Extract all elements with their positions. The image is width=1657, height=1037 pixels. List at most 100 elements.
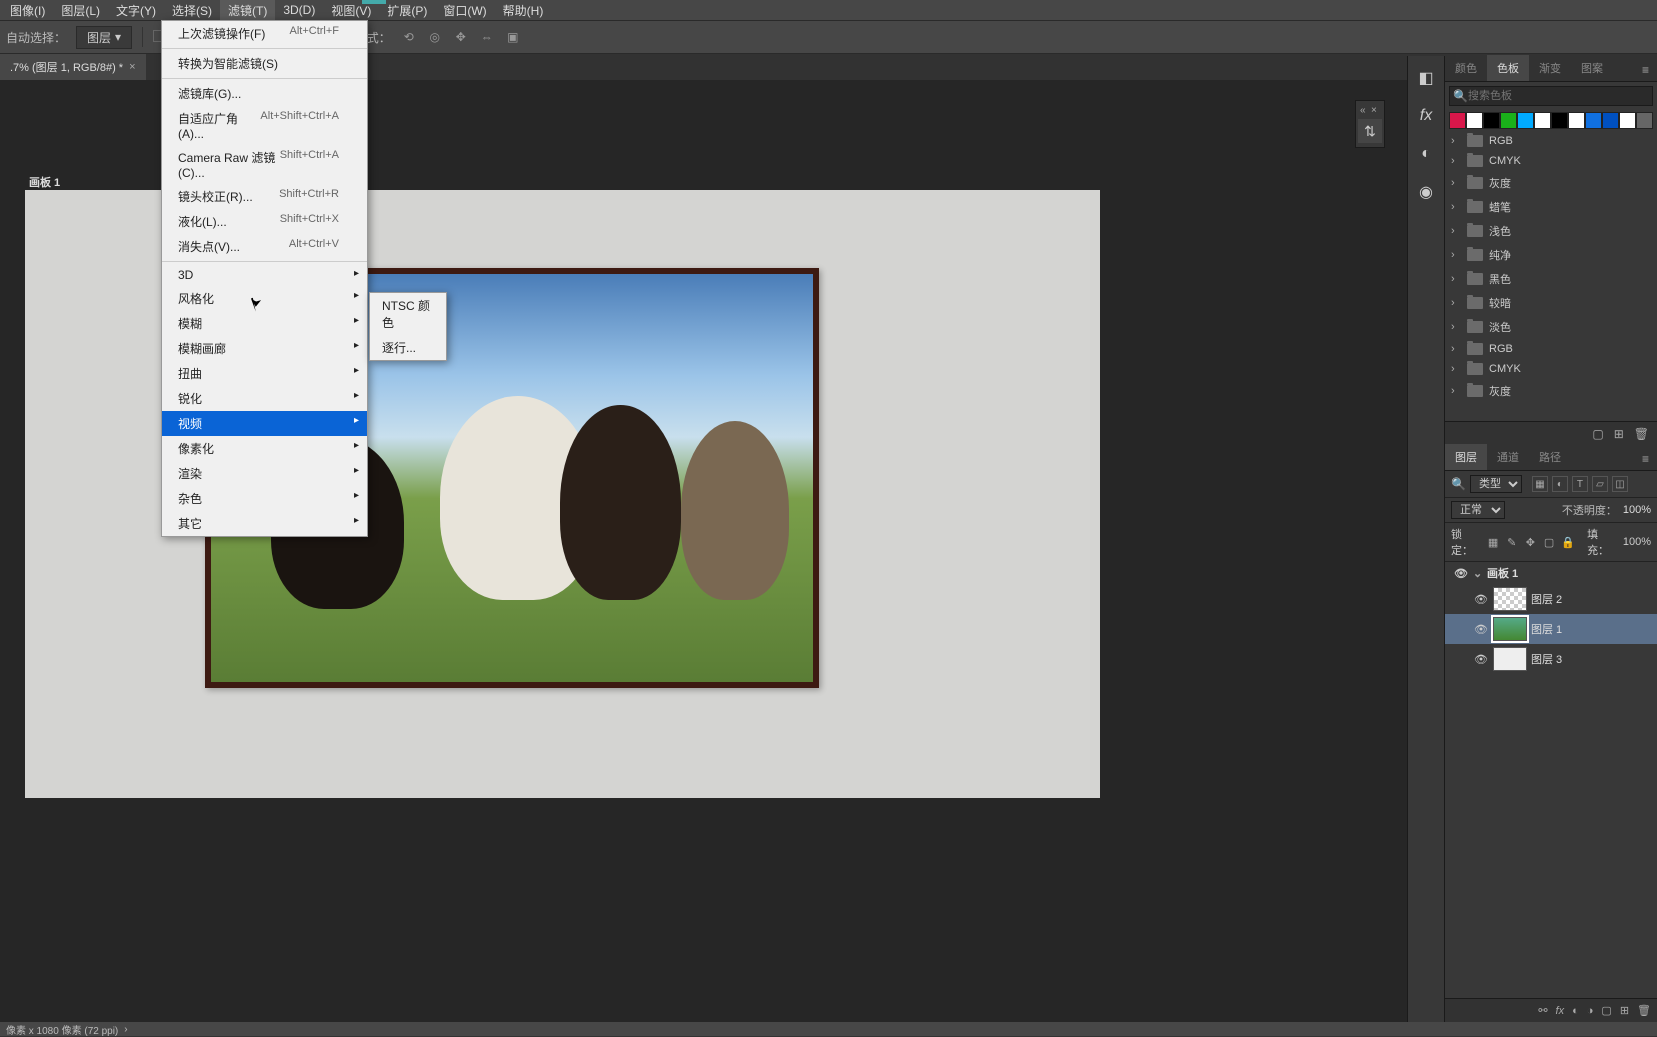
layer-row[interactable]: 👁 图层 1 <box>1445 614 1657 644</box>
chevron-right-icon[interactable]: › <box>1451 135 1461 147</box>
styles-icon[interactable]: fx <box>1414 104 1438 128</box>
menu-item[interactable]: 3D▸ <box>162 264 367 286</box>
close-icon[interactable]: × <box>129 61 135 73</box>
fx-icon[interactable]: fx <box>1556 1005 1565 1017</box>
swatch-folder[interactable]: ›蜡笔 <box>1445 195 1657 219</box>
visibility-icon[interactable]: 👁 <box>1473 623 1489 636</box>
menu-item[interactable]: 扭曲▸ <box>162 361 367 386</box>
menu-item[interactable]: 模糊▸ <box>162 311 367 336</box>
delete-icon[interactable]: 🗑 <box>1637 1004 1651 1017</box>
filter-adjustment-icon[interactable]: ◐ <box>1552 476 1568 492</box>
adjustments-icon[interactable]: ◐ <box>1414 142 1438 166</box>
tab-swatches[interactable]: 色板 <box>1487 55 1529 81</box>
status-chevron-icon[interactable]: › <box>124 1024 127 1035</box>
filter-smart-icon[interactable]: ◫ <box>1612 476 1628 492</box>
chevron-down-icon[interactable]: ⌄ <box>1473 567 1483 580</box>
menu-window[interactable]: 窗口(W) <box>435 0 494 22</box>
layer-thumbnail[interactable] <box>1493 587 1527 611</box>
auto-select-target[interactable]: 图层▾ <box>76 26 132 49</box>
menu-3d[interactable]: 3D(D) <box>275 0 323 20</box>
layer-row[interactable]: 👁 图层 3 <box>1445 644 1657 674</box>
filter-pixel-icon[interactable]: ▦ <box>1532 476 1548 492</box>
lock-artboard-icon[interactable]: ▢ <box>1543 535 1556 549</box>
swatch-folder[interactable]: ›灰度 <box>1445 171 1657 195</box>
menu-item[interactable]: 模糊画廊▸ <box>162 336 367 361</box>
opacity-value[interactable]: 100% <box>1623 504 1651 516</box>
new-swatch-icon[interactable]: ⊞ <box>1614 427 1624 441</box>
new-group-icon[interactable]: ▢ <box>1592 427 1603 441</box>
swatch[interactable] <box>1551 112 1568 129</box>
menu-item[interactable]: 上次滤镜操作(F)Alt+Ctrl+F <box>162 21 367 46</box>
menu-item[interactable]: 渲染▸ <box>162 461 367 486</box>
adjustment-icon[interactable]: ◑ <box>1587 1005 1594 1017</box>
menu-item[interactable]: 镜头校正(R)...Shift+Ctrl+R <box>162 184 367 209</box>
menu-item[interactable]: 转换为智能滤镜(S) <box>162 51 367 76</box>
collapse-icon[interactable]: « <box>1360 105 1369 115</box>
layer-name[interactable]: 图层 2 <box>1531 591 1562 607</box>
swatch-folder[interactable]: ›CMYK <box>1445 151 1657 171</box>
swatch-folder[interactable]: ›RGB <box>1445 131 1657 151</box>
swatch[interactable] <box>1466 112 1483 129</box>
menu-item[interactable]: 自适应广角(A)...Alt+Shift+Ctrl+A <box>162 106 367 145</box>
chevron-right-icon[interactable]: › <box>1451 343 1461 355</box>
artboard-layer[interactable]: 👁 ⌄ 画板 1 <box>1445 562 1657 584</box>
chevron-right-icon[interactable]: › <box>1451 177 1461 189</box>
menu-extend[interactable]: 扩展(P) <box>379 0 435 22</box>
chevron-right-icon[interactable]: › <box>1451 155 1461 167</box>
close-icon[interactable]: × <box>1371 105 1380 115</box>
layer-name[interactable]: 图层 1 <box>1531 621 1562 637</box>
menu-image[interactable]: 图像(I) <box>2 0 53 22</box>
layer-name[interactable]: 图层 3 <box>1531 651 1562 667</box>
chevron-right-icon[interactable]: › <box>1451 321 1461 333</box>
filter-type-icon[interactable]: T <box>1572 476 1588 492</box>
chevron-right-icon[interactable]: › <box>1451 225 1461 237</box>
menu-item[interactable]: 消失点(V)...Alt+Ctrl+V <box>162 234 367 259</box>
tab-gradients[interactable]: 渐变 <box>1529 55 1571 81</box>
layer-filter-kind[interactable]: 类型 <box>1470 475 1522 493</box>
menu-item[interactable]: 其它▸ <box>162 511 367 536</box>
link-icon[interactable]: ⚯ <box>1538 1004 1547 1017</box>
chevron-right-icon[interactable]: › <box>1451 297 1461 309</box>
tab-color[interactable]: 颜色 <box>1445 55 1487 81</box>
visibility-icon[interactable]: 👁 <box>1473 593 1489 606</box>
menu-item[interactable]: 液化(L)...Shift+Ctrl+X <box>162 209 367 234</box>
artboard-label[interactable]: 画板 1 <box>29 174 60 190</box>
menu-help[interactable]: 帮助(H) <box>495 0 552 22</box>
swatch[interactable] <box>1602 112 1619 129</box>
swatch-folder[interactable]: ›纯净 <box>1445 243 1657 267</box>
swatch[interactable] <box>1619 112 1636 129</box>
visibility-icon[interactable]: 👁 <box>1473 653 1489 666</box>
chevron-right-icon[interactable]: › <box>1451 201 1461 213</box>
filter-shape-icon[interactable]: ▱ <box>1592 476 1608 492</box>
document-tab[interactable]: .7% (图层 1, RGB/8#) * × <box>0 54 146 80</box>
lock-pixels-icon[interactable]: ✎ <box>1505 535 1518 549</box>
3d-slide-icon[interactable]: ⇔ <box>479 29 495 45</box>
fill-value[interactable]: 100% <box>1623 536 1651 548</box>
3d-roll-icon[interactable]: ◎ <box>427 29 443 45</box>
chevron-right-icon[interactable]: › <box>1451 249 1461 261</box>
menu-type[interactable]: 文字(Y) <box>108 0 164 22</box>
new-layer-icon[interactable]: ⊞ <box>1620 1004 1629 1017</box>
swatch-folder[interactable]: ›CMYK <box>1445 359 1657 379</box>
panel-menu-icon[interactable]: ≡ <box>1638 448 1653 470</box>
menu-item[interactable]: 滤镜库(G)... <box>162 81 367 106</box>
swatch[interactable] <box>1517 112 1534 129</box>
swatch[interactable] <box>1534 112 1551 129</box>
menu-layer[interactable]: 图层(L) <box>53 0 108 22</box>
layer-row[interactable]: 👁 图层 2 <box>1445 584 1657 614</box>
group-icon[interactable]: ▢ <box>1601 1004 1611 1017</box>
swatch-search-input[interactable] <box>1449 86 1653 106</box>
swatch[interactable] <box>1568 112 1585 129</box>
delete-icon[interactable]: 🗑 <box>1634 427 1649 441</box>
chevron-right-icon[interactable]: › <box>1451 273 1461 285</box>
layer-thumbnail[interactable] <box>1493 647 1527 671</box>
blend-mode-select[interactable]: 正常 <box>1451 501 1505 519</box>
menu-item[interactable]: 杂色▸ <box>162 486 367 511</box>
swatch[interactable] <box>1449 112 1466 129</box>
floating-panel[interactable]: «× ⇅ <box>1355 100 1385 148</box>
visibility-icon[interactable]: 👁 <box>1453 567 1469 580</box>
submenu-item[interactable]: 逐行... <box>370 335 446 360</box>
swatch-folder[interactable]: ›浅色 <box>1445 219 1657 243</box>
history-icon[interactable]: ◧ <box>1414 66 1438 90</box>
libraries-icon[interactable]: ◉ <box>1414 180 1438 204</box>
